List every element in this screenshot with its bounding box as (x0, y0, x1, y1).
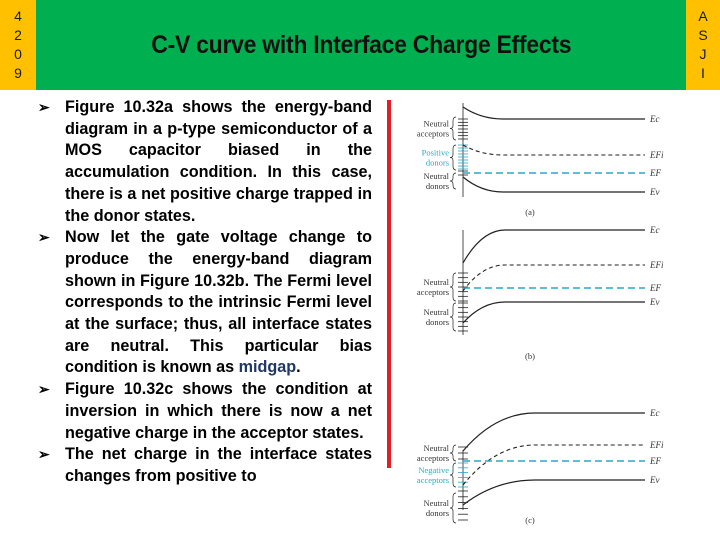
arrow-bullet-icon: ➢ (38, 446, 50, 463)
left-code-char: 2 (14, 27, 22, 43)
bullet-text: Figure 10.32c shows the condition at inv… (65, 380, 372, 442)
arrow-bullet-icon: ➢ (38, 229, 50, 246)
interface-state-label: acceptors (417, 287, 449, 297)
right-code-char: S (698, 27, 708, 43)
right-code-char: J (699, 46, 707, 62)
left-code-strip: 4 2 0 9 (0, 0, 36, 90)
energy-level-label: EF (649, 283, 661, 293)
bullet-text: Figure 10.32a shows the energy-band diag… (65, 98, 372, 225)
interface-state-label: donors (426, 317, 449, 327)
interface-state-label: donors (426, 508, 449, 518)
energy-level-label: Ev (649, 187, 660, 197)
bullet-item: ➢ The net charge in the interface states… (38, 444, 372, 487)
bullet-text-part: . (296, 358, 301, 377)
bullet-item: ➢ Now let the gate voltage change to pro… (38, 227, 372, 379)
valence-band-edge (462, 176, 645, 193)
valence-band-edge (462, 479, 645, 506)
interface-state-label: Neutral (424, 119, 450, 129)
energy-band-figure: Ec EFi EF Ev Neutral acceptors Positive donors N… (395, 95, 685, 540)
energy-level-label: Ev (649, 297, 660, 307)
left-code-char: 4 (14, 8, 22, 24)
accent-divider (387, 100, 391, 468)
energy-level-label: Ec (649, 408, 660, 418)
bullet-item: ➢ Figure 10.32a shows the energy-band di… (38, 97, 372, 227)
conduction-band-edge (462, 106, 645, 120)
interface-state-label: Neutral (424, 171, 450, 181)
highlight-term: midgap (238, 358, 297, 377)
intrinsic-fermi-level (462, 144, 645, 156)
energy-level-label: EFi (649, 150, 664, 160)
interface-state-label: donors (426, 158, 449, 168)
energy-level-label: EF (649, 456, 661, 466)
right-code-char: A (698, 8, 708, 24)
interface-state-label: Negative (418, 465, 449, 475)
interface-state-label: Neutral (424, 443, 450, 453)
brace-icon (449, 462, 457, 488)
bullet-item: ➢ Figure 10.32c shows the condition at i… (38, 379, 372, 444)
energy-band-diagram: EcEFiEFEvNeutralacceptorsPositivedonorsN… (417, 103, 664, 525)
panel-caption: (a) (525, 207, 535, 217)
title-banner: C-V curve with Interface Charge Effects (36, 0, 686, 90)
brace-icon (449, 492, 457, 524)
interface-state-label: Positive (422, 148, 450, 158)
interface-state-label: acceptors (417, 129, 449, 139)
energy-level-label: EF (649, 168, 661, 178)
interface-state-label: Neutral (424, 307, 450, 317)
bullet-text: Now let the gate voltage change to produ… (65, 227, 372, 379)
brace-icon (449, 272, 457, 302)
panel-caption: (b) (525, 351, 535, 361)
energy-level-label: Ec (649, 225, 660, 235)
energy-level-label: Ec (649, 114, 660, 124)
left-code-char: 9 (14, 65, 22, 81)
intrinsic-fermi-level (462, 264, 645, 292)
brace-icon (449, 116, 457, 141)
bullet-text: The net charge in the interface states c… (65, 445, 372, 485)
interface-state-label: acceptors (417, 475, 449, 485)
interface-state-label: donors (426, 181, 449, 191)
left-code-char: 0 (14, 46, 22, 62)
panel-caption: (c) (525, 515, 535, 525)
interface-state-label: acceptors (417, 453, 449, 463)
right-code-char: I (701, 65, 705, 81)
interface-state-label: Neutral (424, 498, 450, 508)
interface-state-label: Neutral (424, 277, 450, 287)
right-code-strip: A S J I (686, 0, 720, 90)
brace-icon (449, 302, 457, 332)
energy-level-label: Ev (649, 475, 660, 485)
arrow-bullet-icon: ➢ (38, 99, 50, 115)
bullet-list: ➢ Figure 10.32a shows the energy-band di… (38, 97, 372, 488)
conduction-band-edge (462, 229, 645, 264)
brace-icon (449, 172, 457, 190)
intrinsic-fermi-level (462, 444, 645, 486)
bullet-text-part: Now let the gate voltage change to produ… (65, 228, 372, 377)
conduction-band-edge (462, 412, 645, 452)
brace-icon (449, 444, 457, 462)
energy-level-label: EFi (649, 260, 664, 270)
arrow-bullet-icon: ➢ (38, 381, 50, 398)
valence-band-edge (462, 301, 645, 324)
brace-icon (449, 144, 457, 171)
energy-level-label: EFi (649, 440, 664, 450)
slide-title: C-V curve with Interface Charge Effects (151, 30, 571, 59)
